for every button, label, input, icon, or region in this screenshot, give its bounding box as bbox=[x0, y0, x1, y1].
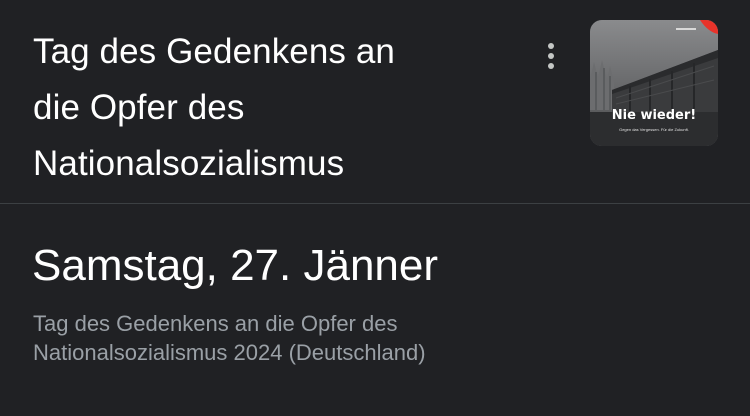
event-date: Samstag, 27. Jänner bbox=[32, 241, 439, 290]
panel-title-line: Tag des Gedenkens an bbox=[33, 32, 395, 71]
panel-title: Tag des Gedenkens an die Opfer des Natio… bbox=[33, 24, 503, 192]
thumbnail-subtitle: Gegen das Vergessen. Für die Zukunft. bbox=[619, 127, 689, 132]
knowledge-panel-header: Tag des Gedenkens an die Opfer des Natio… bbox=[0, 0, 750, 204]
more-vert-icon bbox=[548, 43, 554, 49]
thumbnail-title: Nie wieder! bbox=[611, 108, 697, 123]
more-options-button[interactable] bbox=[536, 38, 566, 74]
event-description-line: Nationalsozialismus 2024 (Deutschland) bbox=[33, 340, 426, 365]
event-thumbnail-image[interactable]: Nie wieder! Gegen das Vergessen. Für die… bbox=[590, 20, 718, 146]
event-description-line: Tag des Gedenkens an die Opfer des bbox=[33, 311, 398, 336]
panel-title-line: die Opfer des bbox=[33, 88, 245, 127]
section-divider bbox=[0, 203, 750, 204]
more-vert-icon bbox=[548, 53, 554, 59]
more-vert-icon bbox=[548, 63, 554, 69]
panel-title-line: Nationalsozialismus bbox=[33, 144, 345, 183]
event-description[interactable]: Tag des Gedenkens an die Opfer des Natio… bbox=[33, 309, 593, 367]
